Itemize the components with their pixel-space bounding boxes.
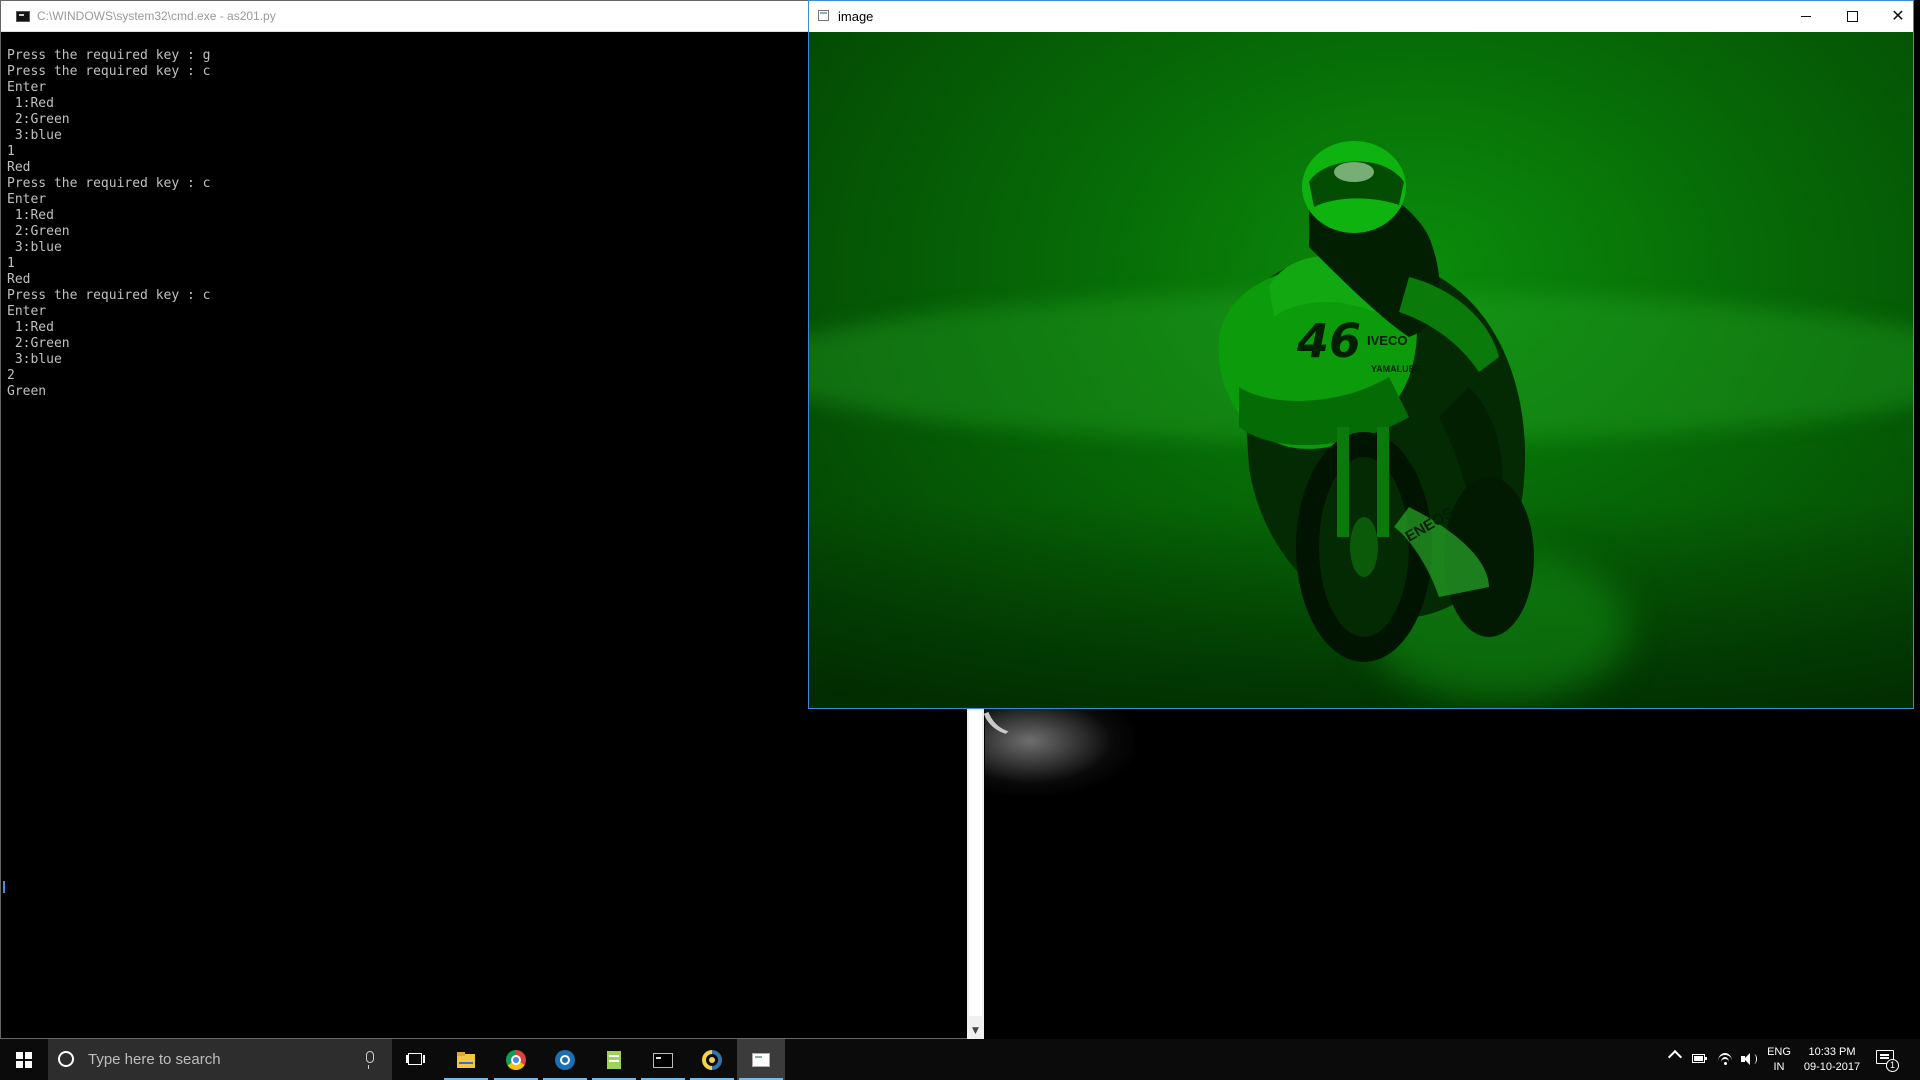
motorcycle-rider-graphic: 46 IVECO ENEOS YAMALUBE bbox=[1218, 141, 1534, 662]
minimize-button[interactable] bbox=[1783, 1, 1829, 32]
cmd-icon bbox=[653, 1050, 673, 1070]
chrome-icon bbox=[506, 1050, 526, 1070]
start-button[interactable] bbox=[0, 1039, 48, 1080]
language-indicator[interactable]: ENG IN bbox=[1766, 1045, 1792, 1075]
microphone-icon[interactable] bbox=[366, 1051, 374, 1069]
file-explorer-button[interactable] bbox=[442, 1039, 490, 1080]
cortana-icon bbox=[58, 1051, 74, 1067]
region-code: IN bbox=[1773, 1061, 1785, 1073]
green-filtered-motorcycle-image: 46 IVECO ENEOS YAMALUBE bbox=[809, 32, 1913, 708]
battery-icon[interactable] bbox=[1692, 1051, 1708, 1067]
steam-icon bbox=[555, 1050, 575, 1070]
steam-button[interactable] bbox=[541, 1039, 589, 1080]
notepad-button[interactable] bbox=[590, 1039, 638, 1080]
sponsor-yamalube: YAMALUBE bbox=[1371, 364, 1421, 374]
image-window-icon bbox=[751, 1050, 771, 1070]
clock-date: 09-10-2017 bbox=[1803, 1061, 1861, 1073]
image-titlebar[interactable]: image ✕ bbox=[809, 1, 1913, 32]
minimize-icon bbox=[1801, 15, 1811, 17]
clock[interactable]: 10:33 PM 09-10-2017 bbox=[1798, 1045, 1866, 1075]
cmd-scrollbar[interactable]: ▼ bbox=[967, 707, 984, 1040]
notification-count-badge: 1 bbox=[1886, 1059, 1899, 1072]
file-explorer-icon bbox=[456, 1050, 476, 1070]
cmd-title: C:\WINDOWS\system32\cmd.exe - as201.py bbox=[37, 9, 276, 23]
taskbar: Type here to search ENG IN 10:33 PM 09-1… bbox=[0, 1039, 1920, 1080]
notepad-icon bbox=[604, 1050, 624, 1070]
sponsor-iveco: IVECO bbox=[1367, 333, 1407, 348]
task-view-icon bbox=[406, 1050, 426, 1070]
maximize-button[interactable] bbox=[1829, 1, 1875, 32]
search-box[interactable]: Type here to search bbox=[48, 1039, 392, 1080]
scroll-down-arrow-icon[interactable]: ▼ bbox=[967, 1023, 984, 1040]
cmd-app-icon[interactable] bbox=[16, 11, 30, 22]
show-hidden-icons-chevron-up-icon[interactable] bbox=[1667, 1049, 1683, 1065]
clock-time: 10:33 PM bbox=[1808, 1046, 1856, 1058]
image-window-app-icon[interactable] bbox=[818, 10, 829, 21]
search-input[interactable]: Type here to search bbox=[88, 1051, 221, 1068]
language-code: ENG bbox=[1767, 1046, 1791, 1058]
text-cursor bbox=[3, 881, 5, 893]
cmd-scroll-thumb[interactable] bbox=[969, 711, 982, 1016]
windows-logo-icon bbox=[16, 1052, 32, 1068]
close-button[interactable]: ✕ bbox=[1875, 1, 1920, 32]
python-button[interactable] bbox=[688, 1039, 736, 1080]
wifi-icon[interactable] bbox=[1717, 1051, 1733, 1067]
cmd-taskbar-button[interactable] bbox=[639, 1039, 687, 1080]
image-window[interactable]: image ✕ 46 IVECO ENEOS YAMALUBE bbox=[808, 0, 1914, 709]
python-icon bbox=[702, 1050, 722, 1070]
close-icon: ✕ bbox=[1891, 6, 1905, 25]
chrome-button[interactable] bbox=[492, 1039, 540, 1080]
maximize-icon bbox=[1846, 10, 1858, 22]
image-window-title: image bbox=[838, 9, 874, 24]
image-window-taskbar-button[interactable] bbox=[737, 1039, 785, 1080]
volume-icon[interactable] bbox=[1740, 1051, 1757, 1067]
bike-number: 46 bbox=[1296, 314, 1361, 368]
task-view-button[interactable] bbox=[392, 1039, 440, 1080]
